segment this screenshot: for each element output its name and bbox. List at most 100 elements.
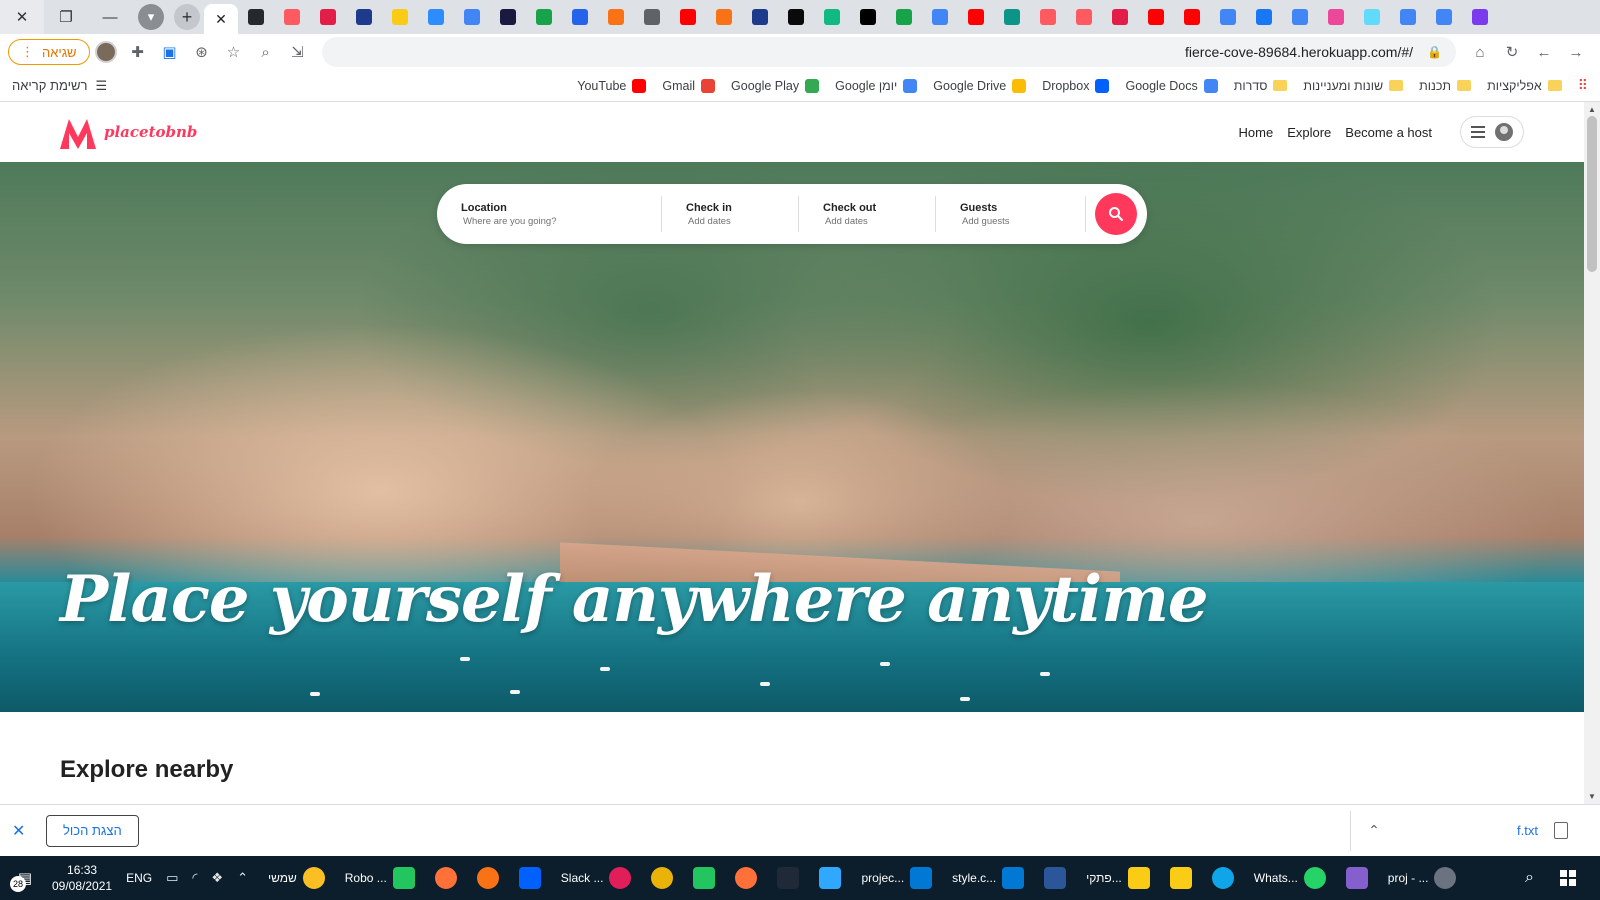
taskbar-app[interactable] <box>769 856 807 900</box>
pinned-tab[interactable] <box>526 0 562 34</box>
close-download-bar-icon[interactable]: ✕ <box>12 821 36 841</box>
pinned-tab[interactable] <box>562 0 598 34</box>
guests-input[interactable]: Add guests <box>962 216 1061 227</box>
taskbar-app[interactable] <box>643 856 681 900</box>
pinned-tab[interactable] <box>238 0 274 34</box>
bookmark-item[interactable]: Google יומן <box>835 78 918 93</box>
back-icon[interactable]: ← <box>1528 36 1560 68</box>
reading-list-button[interactable]: רשימת קריאה ☰ <box>12 78 107 94</box>
scroll-thumb[interactable] <box>1587 116 1597 272</box>
pinned-tab[interactable] <box>1318 0 1354 34</box>
taskbar-app[interactable]: Whats... <box>1246 856 1334 900</box>
bookmark-item[interactable]: Google Drive <box>933 78 1027 93</box>
show-all-button[interactable]: הצגת הכול <box>46 814 139 847</box>
error-pill[interactable]: ⋮ שגיאה <box>8 39 90 65</box>
bookmark-item[interactable]: Google Play <box>731 78 820 93</box>
pinned-tab[interactable] <box>418 0 454 34</box>
pinned-tab[interactable] <box>454 0 490 34</box>
pinned-tab[interactable] <box>1138 0 1174 34</box>
pinned-tab[interactable] <box>742 0 778 34</box>
pinned-tab[interactable] <box>814 0 850 34</box>
scroll-down-icon[interactable]: ▼ <box>1588 792 1596 801</box>
taskbar-app[interactable] <box>685 856 723 900</box>
pinned-tab[interactable] <box>274 0 310 34</box>
screen-capture-icon[interactable]: ▣ <box>154 36 186 68</box>
pinned-tab[interactable] <box>958 0 994 34</box>
pinned-tab[interactable] <box>1390 0 1426 34</box>
bookmark-folder[interactable]: סדרות <box>1234 79 1288 93</box>
dropbox-tray-icon[interactable]: ❖ <box>211 870 223 886</box>
profile-avatar[interactable] <box>90 36 122 68</box>
bookmark-folder[interactable]: שונות ומעניינות <box>1303 79 1404 93</box>
reload-icon[interactable]: ↻ <box>1496 36 1528 68</box>
tab-search-button[interactable]: ▾ <box>138 4 164 30</box>
pinned-tab[interactable] <box>634 0 670 34</box>
checkout-input[interactable]: Add dates <box>825 216 911 227</box>
taskbar-app[interactable]: Robo ... <box>337 856 423 900</box>
download-item[interactable]: f.txt <box>1517 822 1588 839</box>
taskbar-app[interactable] <box>1338 856 1376 900</box>
pinned-tab[interactable] <box>598 0 634 34</box>
pinned-tab[interactable] <box>1354 0 1390 34</box>
pinned-tab[interactable] <box>1282 0 1318 34</box>
bookmark-item[interactable]: Google Docs <box>1125 78 1218 93</box>
pinned-tab[interactable] <box>1174 0 1210 34</box>
taskbar-app[interactable] <box>1162 856 1200 900</box>
taskbar-app[interactable]: projec... <box>853 856 940 900</box>
window-close-button[interactable]: ✕ <box>0 0 44 34</box>
taskbar-app[interactable] <box>1204 856 1242 900</box>
pinned-tab[interactable] <box>346 0 382 34</box>
location-field[interactable]: Location Where are you going? <box>437 196 662 232</box>
bookmark-item[interactable]: Gmail <box>662 78 716 93</box>
bookmark-folder[interactable]: אפליקציות <box>1487 79 1562 93</box>
checkin-input[interactable]: Add dates <box>688 216 774 227</box>
battery-icon[interactable]: ▭ <box>166 870 178 886</box>
pinned-tab[interactable] <box>490 0 526 34</box>
install-app-icon[interactable]: ⇲ <box>282 36 314 68</box>
pinned-tab[interactable] <box>1102 0 1138 34</box>
pinned-tab[interactable] <box>706 0 742 34</box>
taskbar-app[interactable] <box>511 856 549 900</box>
windows-start-icon[interactable] <box>1560 870 1576 886</box>
pinned-tab[interactable] <box>850 0 886 34</box>
taskbar-app[interactable] <box>1036 856 1074 900</box>
apps-grid-icon[interactable]: ⠿ <box>1578 77 1588 94</box>
new-tab-button[interactable]: + <box>174 4 200 30</box>
taskbar-app[interactable] <box>727 856 765 900</box>
bookmark-star-icon[interactable]: ☆ <box>218 36 250 68</box>
pinned-tab[interactable] <box>1426 0 1462 34</box>
notification-center-button[interactable]: ▤ 28 <box>10 866 38 892</box>
window-minimize-button[interactable]: — <box>88 0 132 34</box>
active-tab-close-icon[interactable]: ✕ <box>204 4 238 34</box>
taskbar-app[interactable] <box>427 856 465 900</box>
pinned-tab[interactable] <box>778 0 814 34</box>
search-button[interactable] <box>1095 193 1137 235</box>
lock-icon[interactable]: 🔒 <box>1427 45 1442 59</box>
home-icon[interactable]: ⌂ <box>1464 36 1496 68</box>
pinned-tab[interactable] <box>382 0 418 34</box>
location-input[interactable]: Where are you going? <box>463 216 637 227</box>
window-restore-button[interactable]: ❐ <box>44 0 88 34</box>
pinned-tab[interactable] <box>1030 0 1066 34</box>
url-text[interactable]: fierce-cove-89684.herokuapp.com/#/ <box>1185 44 1413 60</box>
pinned-tab[interactable] <box>994 0 1030 34</box>
pinned-tab[interactable] <box>1246 0 1282 34</box>
wifi-icon[interactable]: ◜ <box>192 870 197 886</box>
pinned-tab[interactable] <box>1462 0 1498 34</box>
extension-globe-icon[interactable]: ⊛ <box>186 36 218 68</box>
zoom-icon[interactable]: ⌕ <box>250 36 282 68</box>
pinned-tab[interactable] <box>1066 0 1102 34</box>
checkout-field[interactable]: Check out Add dates <box>799 196 936 232</box>
extensions-icon[interactable]: ✚ <box>122 36 154 68</box>
taskbar-app[interactable]: Slack ... <box>553 856 640 900</box>
forward-icon[interactable]: → <box>1560 36 1592 68</box>
pinned-tab[interactable] <box>922 0 958 34</box>
chevron-up-icon[interactable]: ⌃ <box>1351 822 1397 839</box>
nav-explore-link[interactable]: Explore <box>1287 125 1331 140</box>
guests-field[interactable]: Guests Add guests <box>936 196 1086 232</box>
nav-home-link[interactable]: Home <box>1239 125 1274 140</box>
language-indicator[interactable]: ENG <box>126 871 152 885</box>
address-bar[interactable]: fierce-cove-89684.herokuapp.com/#/ 🔒 <box>321 37 1456 67</box>
taskbar-app[interactable]: style.c... <box>944 856 1032 900</box>
user-menu-button[interactable] <box>1460 116 1524 148</box>
